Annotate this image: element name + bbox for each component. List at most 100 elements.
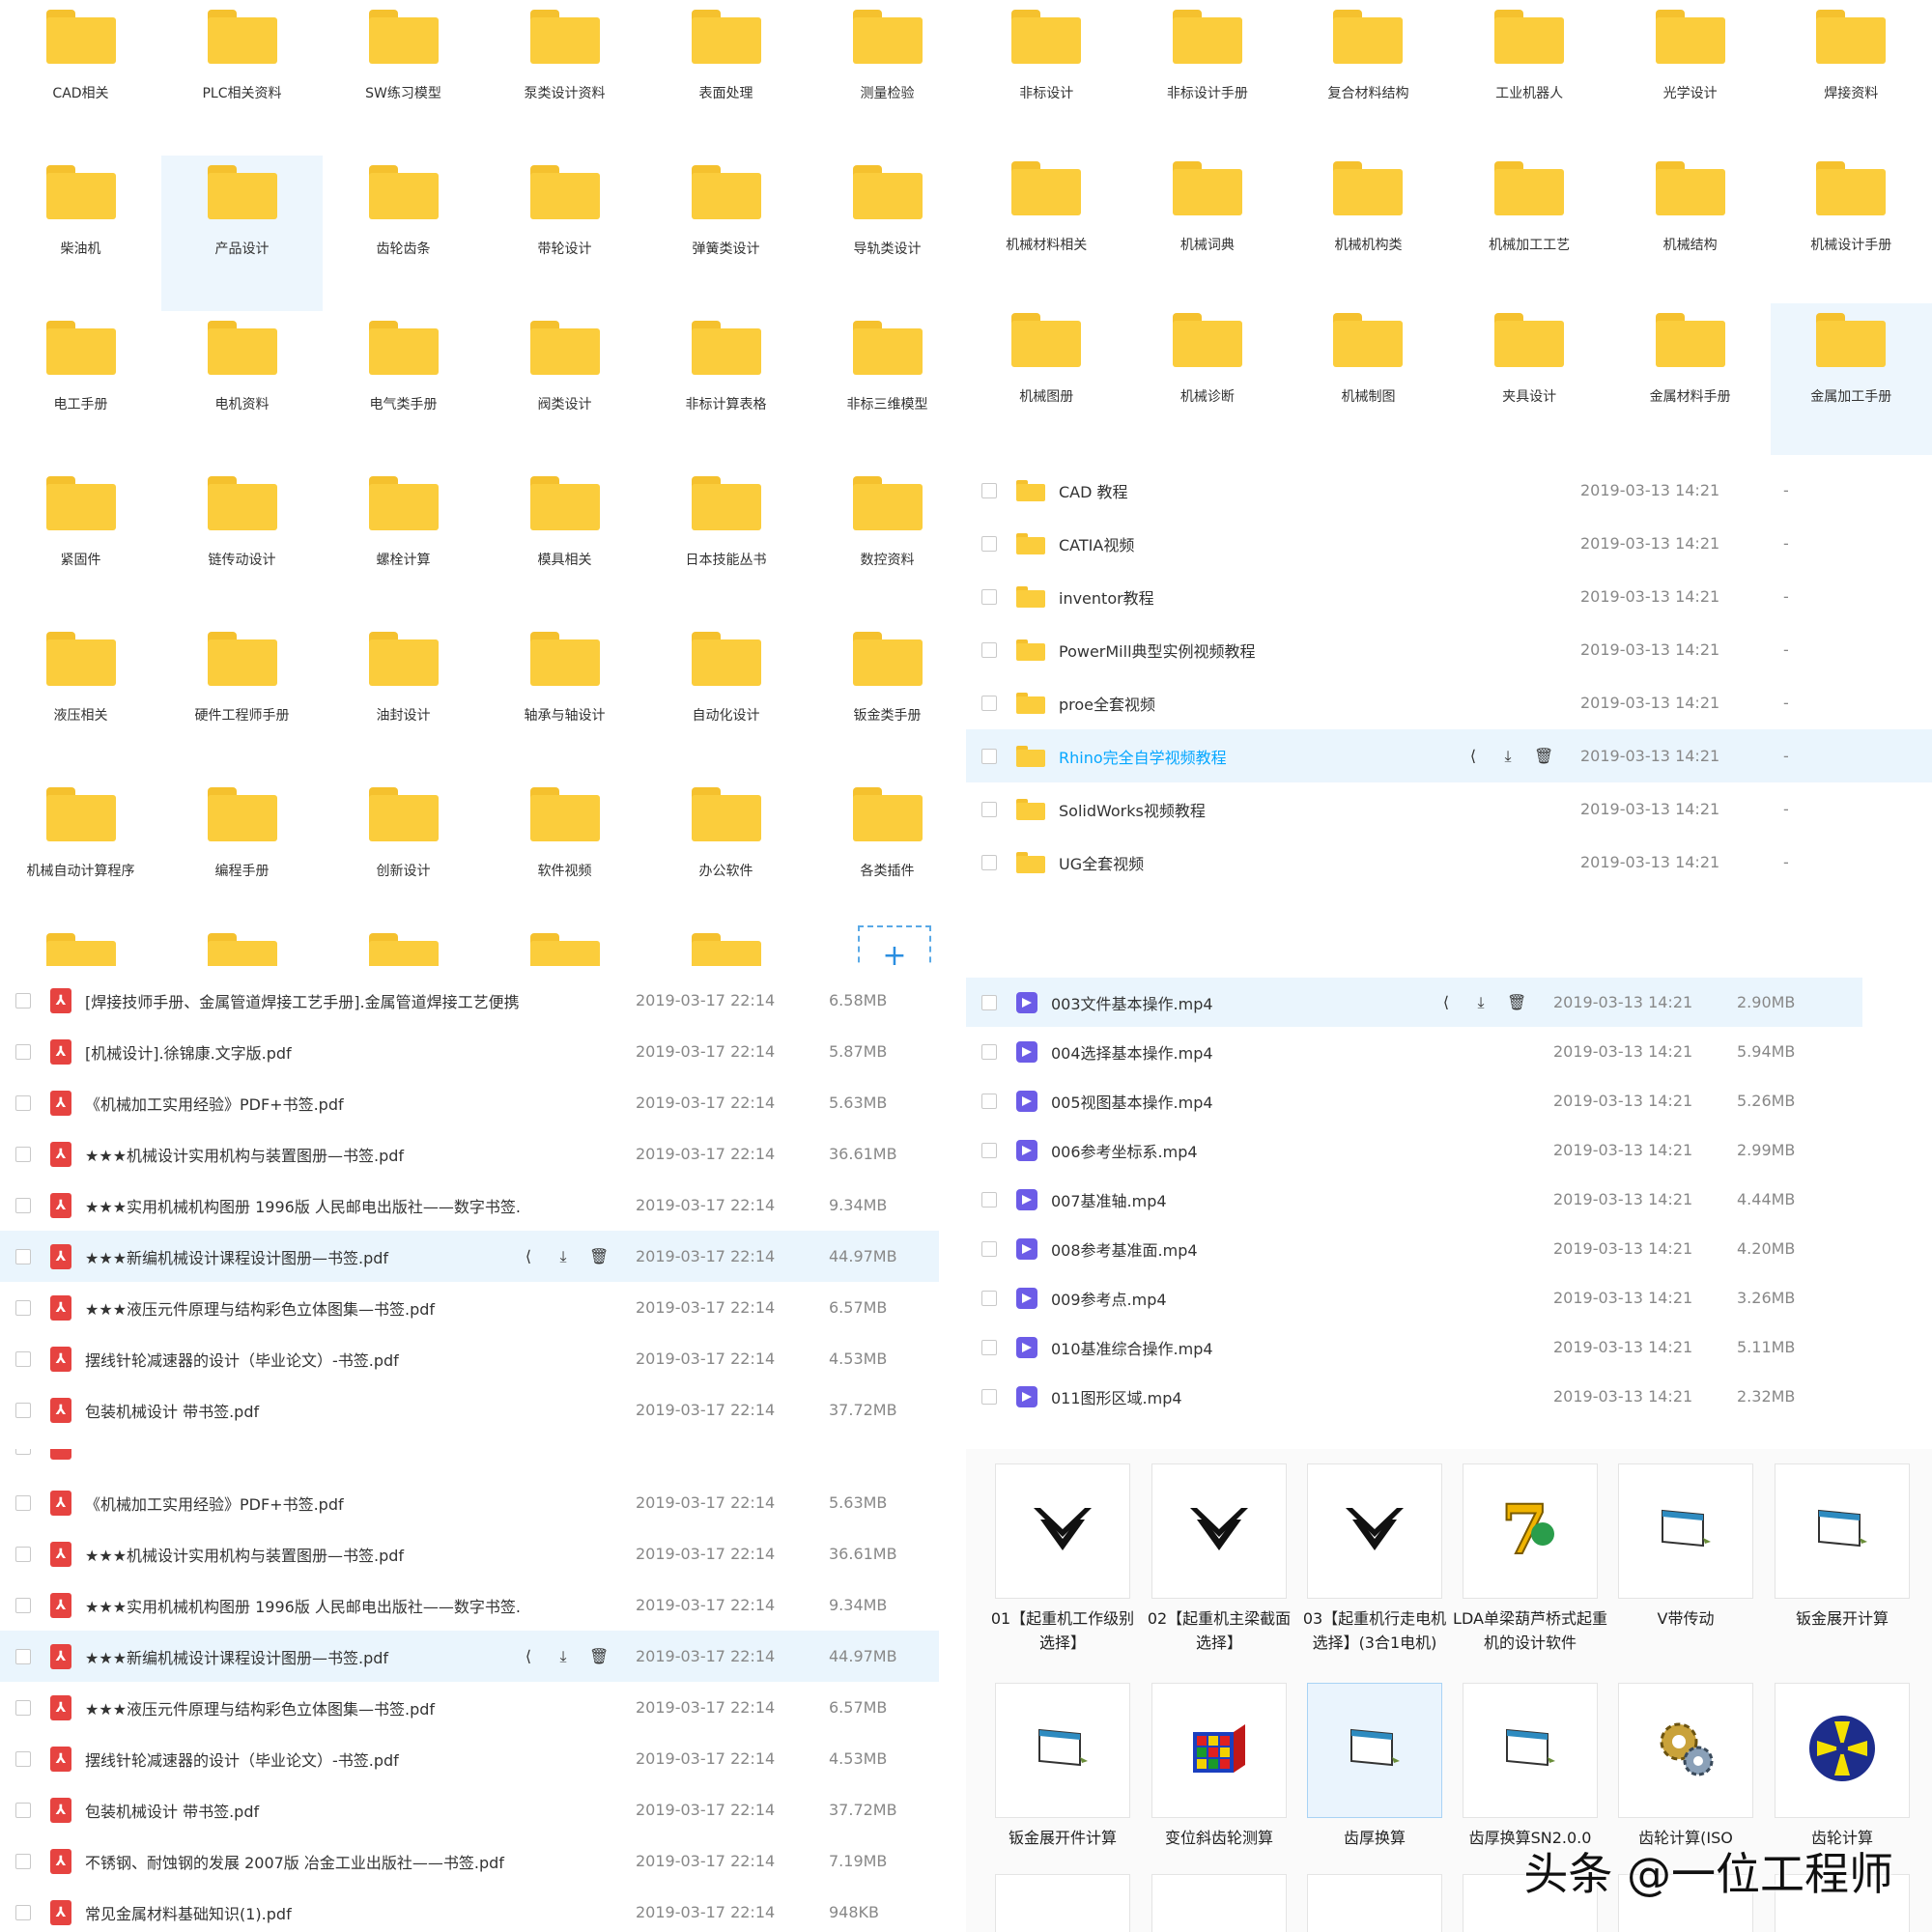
upload-button[interactable]: +	[858, 925, 931, 966]
folder-tile[interactable]: 金属加工手册	[1770, 303, 1932, 455]
list-row[interactable]: 010基准综合操作.mp4 2019-03-13 14:21 5.11MB	[966, 1322, 1932, 1372]
file-name[interactable]: 摆线针轮减速器的设计（毕业论文）-书签.pdf	[85, 1348, 520, 1371]
row-checkbox[interactable]	[981, 695, 997, 711]
folder-tile[interactable]: 产品设计	[161, 156, 323, 311]
list-row[interactable]: ⅄ 不锈钢、耐蚀钢的发展 2007版 冶金工业出版社——书签.pdf 2019-03…	[0, 1835, 939, 1887]
folder-tile[interactable]: CAD相关	[0, 0, 161, 156]
folder-tile[interactable]: 齿轮齿条	[323, 156, 484, 311]
download-icon[interactable]: ⤓	[1472, 993, 1490, 1012]
row-checkbox[interactable]	[981, 1043, 997, 1060]
file-name[interactable]: ★★★机械设计实用机构与装置图册—书签.pdf	[85, 1143, 520, 1166]
app-label[interactable]: 钣金展开件计算	[985, 1826, 1140, 1850]
folder-tile[interactable]: 机械图册	[966, 303, 1127, 455]
row-checkbox[interactable]	[15, 1197, 31, 1213]
app-label[interactable]: LDA单梁葫芦桥式起重机的设计软件	[1453, 1606, 1607, 1655]
folder-tile[interactable]: 机械机构类	[1288, 152, 1449, 303]
file-name[interactable]: 007基准轴.mp4	[1051, 1188, 1437, 1211]
row-checkbox[interactable]	[981, 1191, 997, 1208]
folder-tile[interactable]: 阀类设计	[484, 311, 645, 467]
list-row[interactable]: 005视图基本操作.mp4 2019-03-13 14:21 5.26MB	[966, 1076, 1932, 1125]
row-checkbox[interactable]	[15, 1904, 31, 1920]
row-checkbox[interactable]	[981, 588, 997, 605]
folder-tile[interactable]: 数控资料	[807, 467, 966, 622]
folder-tile[interactable]: 表面处理	[645, 0, 807, 156]
download-icon[interactable]: ⤓	[554, 1247, 572, 1266]
folder-tile[interactable]: 泵类设计资料	[484, 0, 645, 156]
list-row[interactable]: CATIA视频 2019-03-13 14:21 -	[966, 517, 1932, 570]
row-checkbox[interactable]	[981, 1093, 997, 1109]
row-checkbox[interactable]	[981, 1339, 997, 1355]
app-tile[interactable]	[995, 1463, 1130, 1599]
list-row[interactable]: 004选择基本操作.mp4 2019-03-13 14:21 5.94MB	[966, 1027, 1932, 1076]
row-checkbox[interactable]	[15, 1699, 31, 1716]
file-name[interactable]: CATIA视频	[1059, 532, 1464, 555]
list-row[interactable]: ⅄ 摆线针轮减速器的设计（毕业论文）-书签.pdf 2019-03-17 22:14…	[0, 1733, 939, 1784]
folder-tile[interactable]: 机械自动计算程序	[0, 778, 161, 933]
share-icon[interactable]: ⟨	[1437, 993, 1455, 1012]
app-label[interactable]: 变位斜齿轮测算	[1142, 1826, 1296, 1850]
app-tile[interactable]	[1307, 1683, 1442, 1818]
list-row[interactable]: ⅄ ★★★液压元件原理与结构彩色立体图集—书签.pdf 2019-03-17 22:…	[0, 1682, 939, 1733]
file-name[interactable]: inventor教程	[1059, 585, 1464, 609]
app-tile[interactable]	[1618, 1463, 1753, 1599]
file-name[interactable]: PowerMill典型实例视频教程	[1059, 639, 1464, 662]
list-row[interactable]: ⅄ 包装机械设计 带书签.pdf 2019-03-17 22:14 37.72MB	[0, 1384, 939, 1435]
delete-icon[interactable]: 🗑	[589, 1247, 609, 1266]
row-checkbox[interactable]	[15, 1094, 31, 1111]
row-checkbox[interactable]	[15, 1494, 31, 1511]
folder-tile[interactable]: 夹具设计	[1449, 303, 1610, 455]
delete-icon[interactable]: 🗑	[1507, 993, 1526, 1012]
list-row[interactable]: ⅄ ★★★机械设计实用机构与装置图册—书签.pdf 2019-03-17 22:14…	[0, 1128, 939, 1179]
folder-tile[interactable]: 光学设计	[1609, 0, 1771, 152]
folder-tile[interactable]: 机械材料相关	[966, 152, 1127, 303]
list-row[interactable]: PowerMill典型实例视频教程 2019-03-13 14:21 -	[966, 623, 1932, 676]
file-name[interactable]: ★★★新编机械设计课程设计图册—书签.pdf	[85, 1645, 520, 1668]
list-row[interactable]: 007基准轴.mp4 2019-03-13 14:21 4.44MB	[966, 1175, 1932, 1224]
file-name[interactable]: 011图形区域.mp4	[1051, 1385, 1437, 1408]
row-checkbox[interactable]	[981, 1240, 997, 1257]
app-label[interactable]: V带传动	[1608, 1606, 1763, 1631]
file-name[interactable]: 包装机械设计 带书签.pdf	[85, 1799, 520, 1822]
folder-tile[interactable]: 创新设计	[323, 778, 484, 933]
row-checkbox[interactable]	[981, 994, 997, 1010]
file-name[interactable]: 008参考基准面.mp4	[1051, 1237, 1437, 1261]
folder-tile[interactable]: 金属材料手册	[1609, 303, 1771, 455]
row-checkbox[interactable]	[15, 1750, 31, 1767]
row-checkbox[interactable]	[15, 1802, 31, 1818]
folder-tile[interactable]: 螺栓计算	[323, 467, 484, 622]
folder-tile[interactable]: 硬件工程师手册	[161, 622, 323, 778]
folder-tile[interactable]: 焊接资料	[1771, 0, 1932, 152]
folder-tile[interactable]: 机械加工工艺	[1449, 152, 1610, 303]
folder-tile[interactable]: 日本技能丛书	[645, 467, 807, 622]
row-checkbox[interactable]	[15, 1597, 31, 1613]
file-name[interactable]: [焊接技师手册、金属管道焊接工艺手册].金属管道焊接工艺便携手册.pdf	[85, 989, 520, 1012]
app-tile-partial[interactable]	[995, 1874, 1130, 1932]
list-row[interactable]: ⅄ ★★★实用机械机构图册 1996版 人民邮电出版社——数字书签.pdf 2019…	[0, 1179, 939, 1231]
file-name[interactable]: proe全套视频	[1059, 692, 1464, 715]
row-checkbox[interactable]	[15, 1146, 31, 1162]
app-label[interactable]: 钣金展开计算	[1765, 1606, 1919, 1631]
folder-tile[interactable]: 弹簧类设计	[645, 156, 807, 311]
file-name[interactable]: ★★★实用机械机构图册 1996版 人民邮电出版社——数字书签.pdf	[85, 1194, 520, 1217]
file-name[interactable]: UG全套视频	[1059, 851, 1464, 874]
app-tile-partial[interactable]	[1151, 1874, 1287, 1932]
folder-tile[interactable]: 机械设计手册	[1771, 152, 1932, 303]
list-row[interactable]: ⅄ [焊接技师手册、金属管道焊接工艺手册].金属管道焊接工艺便携手册.pdf 201…	[0, 975, 939, 1026]
list-row[interactable]: ⅄ ★★★机械设计实用机构与装置图册—书签.pdf 2019-03-17 22:14…	[0, 1528, 939, 1579]
list-row[interactable]: SolidWorks视频教程 2019-03-13 14:21 -	[966, 782, 1932, 836]
file-name[interactable]: ★★★机械设计实用机构与装置图册—书签.pdf	[85, 1543, 520, 1566]
list-row[interactable]: ⅄ 摆线针轮减速器的设计（毕业论文）-书签.pdf 2019-03-17 22:14…	[0, 1333, 939, 1384]
folder-tile[interactable]: 办公软件	[645, 778, 807, 933]
row-checkbox[interactable]	[15, 1648, 31, 1664]
folder-tile[interactable]: 非标三维模型	[807, 311, 966, 467]
folder-tile[interactable]: 各类插件	[807, 778, 966, 933]
app-label[interactable]: 03【起重机行走电机选择】(3合1电机)	[1297, 1606, 1452, 1655]
app-tile[interactable]	[1307, 1463, 1442, 1599]
list-row[interactable]: 003文件基本操作.mp4 ⟨ ⤓ 🗑 2019-03-13 14:21 2.90MB	[966, 978, 1862, 1027]
file-name[interactable]: 009参考点.mp4	[1051, 1287, 1437, 1310]
folder-tile[interactable]: 工业机器人	[1449, 0, 1610, 152]
app-tile[interactable]	[1463, 1683, 1598, 1818]
download-icon[interactable]: ⤓	[554, 1647, 572, 1666]
row-checkbox[interactable]	[15, 1248, 31, 1264]
app-tile[interactable]	[1151, 1463, 1287, 1599]
